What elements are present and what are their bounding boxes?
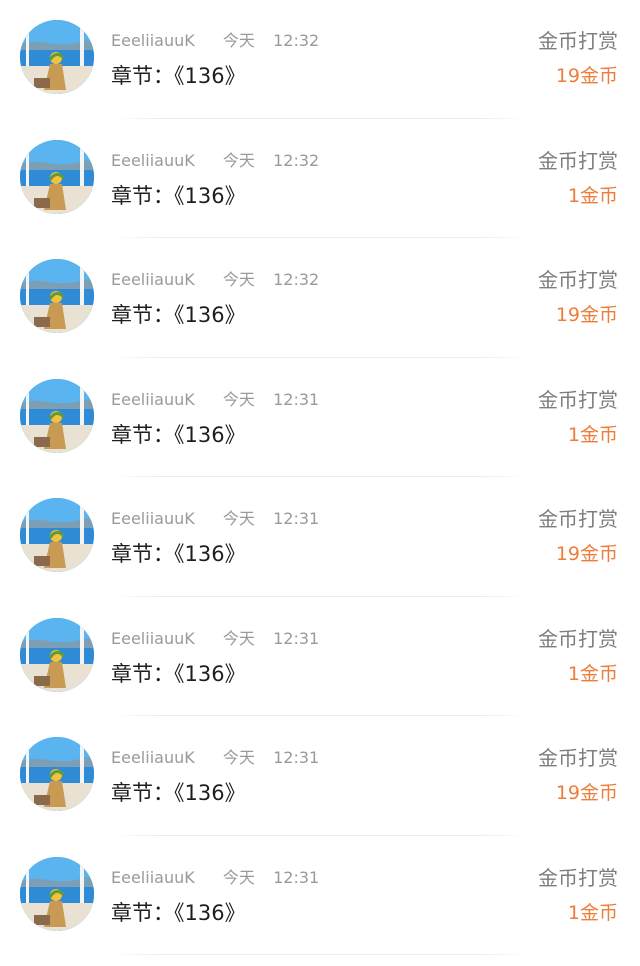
username[interactable]: EeeliiauuK — [111, 629, 195, 648]
time-label: 12:31 — [273, 748, 320, 767]
username[interactable]: EeeliiauuK — [111, 868, 195, 887]
row-meta: EeeliiauuK 今天 12:31 — [111, 388, 319, 412]
row-meta: EeeliiauuK 今天 12:32 — [111, 149, 319, 173]
date-label: 今天 — [222, 509, 255, 528]
gift-type-label: 金币打赏 — [538, 507, 618, 531]
date-label: 今天 — [222, 270, 255, 289]
row-divider — [110, 834, 530, 836]
username[interactable]: EeeliiauuK — [111, 151, 195, 170]
row-divider — [110, 595, 530, 597]
reward-row[interactable]: EeeliiauuK 今天 12:32 章节：《136》 金币打赏 19金币 — [0, 0, 640, 120]
username[interactable]: EeeliiauuK — [111, 509, 195, 528]
gift-amount: 19金币 — [555, 65, 618, 87]
gift-amount: 1金币 — [567, 184, 618, 207]
username[interactable]: EeeliiauuK — [111, 390, 195, 409]
date-label: 今天 — [222, 31, 255, 50]
row-divider — [110, 237, 530, 238]
gift-amount: 1金币 — [567, 662, 618, 685]
chapter-label: 章节：《136》 — [111, 422, 246, 447]
gift-type-label: 金币打赏 — [538, 626, 618, 651]
chapter-label: 章节：《136》 — [111, 781, 246, 805]
row-meta: EeeliiauuK 今天 12:32 — [111, 29, 319, 53]
reward-row[interactable]: EeeliiauuK 今天 12:31 章节：《136》 金币打赏 1金币 — [0, 598, 640, 718]
row-meta: EeeliiauuK 今天 12:32 — [111, 268, 319, 292]
reward-row[interactable]: EeeliiauuK 今天 12:32 章节：《136》 金币打赏 1金币 — [0, 120, 640, 240]
user-avatar[interactable] — [20, 139, 94, 214]
gift-amount: 1金币 — [567, 423, 618, 446]
chapter-label: 章节：《136》 — [111, 303, 246, 327]
date-label: 今天 — [222, 389, 255, 409]
gift-type-label: 金币打赏 — [538, 268, 618, 292]
gift-amount: 1金币 — [567, 901, 618, 924]
time-label: 12:31 — [273, 628, 320, 648]
row-meta: EeeliiauuK 今天 12:31 — [111, 507, 319, 531]
date-label: 今天 — [222, 867, 255, 887]
row-divider — [110, 715, 530, 716]
username[interactable]: EeeliiauuK — [111, 31, 195, 50]
username[interactable]: EeeliiauuK — [111, 270, 195, 289]
reward-row[interactable]: EeeliiauuK 今天 12:31 章节：《136》 金币打赏 19金币 — [0, 478, 640, 598]
reward-row[interactable]: EeeliiauuK 今天 12:32 章节：《136》 金币打赏 19金币 — [0, 239, 640, 359]
gift-amount: 19金币 — [555, 304, 618, 326]
user-avatar[interactable] — [20, 856, 94, 931]
row-divider — [110, 356, 530, 358]
chapter-label: 章节：《136》 — [111, 900, 246, 925]
row-meta: EeeliiauuK 今天 12:31 — [111, 627, 319, 651]
username[interactable]: EeeliiauuK — [111, 748, 195, 767]
time-label: 12:31 — [273, 389, 320, 409]
time-label: 12:32 — [273, 31, 320, 50]
date-label: 今天 — [222, 628, 255, 648]
time-label: 12:32 — [273, 150, 320, 170]
date-label: 今天 — [222, 150, 255, 170]
gift-amount: 19金币 — [555, 782, 618, 804]
row-divider — [110, 476, 530, 477]
user-avatar[interactable] — [20, 737, 94, 811]
gift-type-label: 金币打赏 — [538, 29, 618, 53]
chapter-label: 章节：《136》 — [111, 542, 246, 566]
reward-record-list: EeeliiauuK 今天 12:32 章节：《136》 金币打赏 19金币 E… — [0, 0, 640, 966]
chapter-label: 章节：《136》 — [111, 64, 246, 88]
chapter-label: 章节：《136》 — [111, 183, 246, 208]
user-avatar[interactable] — [20, 617, 94, 692]
date-label: 今天 — [222, 748, 255, 767]
time-label: 12:31 — [273, 509, 320, 528]
reward-row[interactable]: EeeliiauuK 今天 12:31 章节：《136》 金币打赏 19金币 — [0, 717, 640, 837]
gift-type-label: 金币打赏 — [538, 865, 618, 890]
row-meta: EeeliiauuK 今天 12:31 — [111, 746, 319, 770]
time-label: 12:32 — [273, 270, 320, 289]
row-divider — [110, 117, 530, 119]
gift-type-label: 金币打赏 — [538, 387, 618, 412]
reward-row[interactable]: EeeliiauuK 今天 12:31 章节：《136》 金币打赏 1金币 — [0, 359, 640, 479]
row-meta: EeeliiauuK 今天 12:31 — [111, 866, 319, 890]
user-avatar[interactable] — [20, 259, 94, 333]
user-avatar[interactable] — [20, 20, 94, 94]
user-avatar[interactable] — [20, 498, 94, 572]
chapter-label: 章节：《136》 — [111, 661, 246, 686]
gift-amount: 19金币 — [555, 543, 618, 565]
time-label: 12:31 — [273, 867, 320, 887]
gift-type-label: 金币打赏 — [538, 148, 618, 173]
reward-row[interactable]: EeeliiauuK 今天 12:31 章节：《136》 金币打赏 1金币 — [0, 837, 640, 957]
user-avatar[interactable] — [20, 378, 94, 453]
row-divider — [110, 954, 530, 955]
gift-type-label: 金币打赏 — [538, 746, 618, 770]
